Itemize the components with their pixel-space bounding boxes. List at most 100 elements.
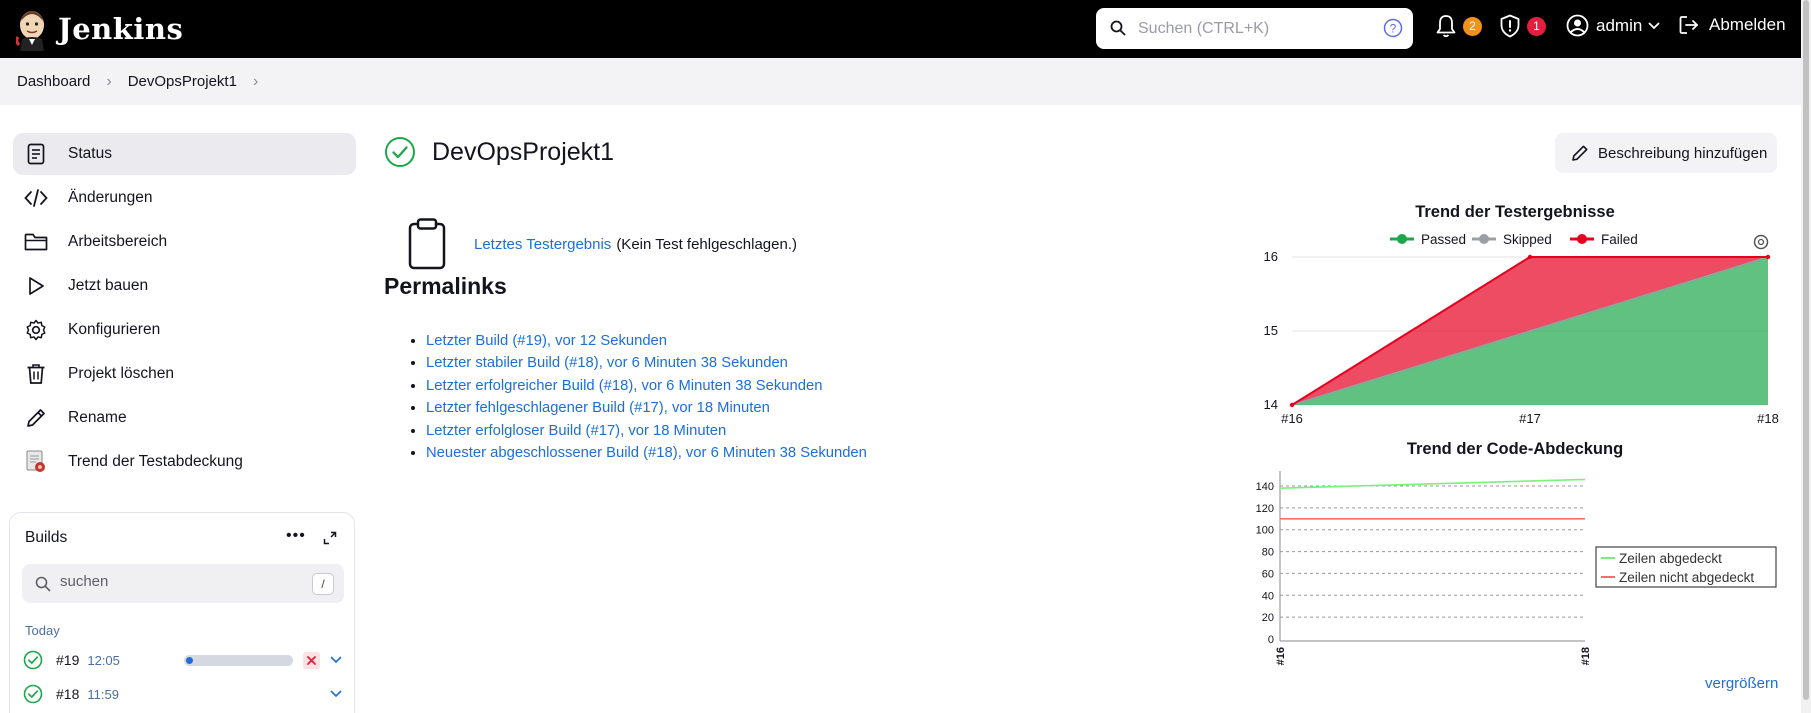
- test-trend-chart[interactable]: Passed Skipped Failed 14 15 16 #16 #17 #18: [1260, 225, 1800, 430]
- y-tick-label: 0: [1268, 634, 1274, 646]
- permalinks-list: Letzter Build (#19), vor 12 Sekunden Let…: [412, 330, 867, 464]
- permalink-link[interactable]: Neuester abgeschlossener Build (#18), vo…: [426, 445, 867, 461]
- sidebar-item-label: Rename: [68, 409, 127, 426]
- x-tick-label: #16: [1275, 647, 1287, 665]
- expand-icon[interactable]: [323, 531, 337, 545]
- global-search[interactable]: ?: [1096, 8, 1413, 49]
- data-point: [1527, 254, 1533, 260]
- permalink-link[interactable]: Letzter stabiler Build (#18), vor 6 Minu…: [426, 355, 788, 371]
- search-input[interactable]: [1138, 16, 1368, 41]
- pencil-icon: [1572, 145, 1588, 161]
- sidebar-item-label: Projekt löschen: [68, 365, 174, 382]
- coverage-trend-chart[interactable]: 0 20 40 60 80 100 120 140 #16 #18 Zeilen abgedeckt…: [1240, 465, 1785, 675]
- coverage-icon: [24, 450, 48, 474]
- builds-group-label: Today: [25, 623, 60, 638]
- coverage-trend-title: Trend der Code-Abdeckung: [1406, 440, 1624, 458]
- sidebar-item-delete-project[interactable]: Projekt löschen: [13, 353, 356, 395]
- abort-build-button[interactable]: [303, 652, 320, 669]
- y-tick-label: 15: [1264, 323, 1278, 338]
- test-trend-title: Trend der Testergebnisse: [1415, 203, 1615, 221]
- chevron-down-icon[interactable]: [330, 690, 342, 698]
- chevron-right-icon[interactable]: ›: [253, 73, 258, 91]
- folder-icon: [24, 230, 48, 254]
- breadcrumb-dashboard[interactable]: Dashboard: [17, 73, 90, 90]
- last-test-result-link[interactable]: Letztes Testergebnis: [474, 236, 611, 253]
- sidebar-item-coverage-trend[interactable]: Trend der Testabdeckung: [13, 441, 356, 483]
- y-tick-label: 120: [1256, 503, 1274, 515]
- jenkins-butler-icon: [16, 11, 44, 51]
- top-header: Jenkins ? 2 1 admin: [0, 0, 1811, 58]
- permalink-link[interactable]: Letzter erfolgreicher Build (#18), vor 6…: [426, 378, 822, 394]
- clipboard-icon: [408, 218, 446, 270]
- chevron-right-icon: ›: [106, 72, 112, 90]
- sidebar-item-rename[interactable]: Rename: [13, 397, 356, 439]
- x-tick-label: #18: [1580, 647, 1592, 665]
- logout-button[interactable]: Abmelden: [1678, 14, 1786, 36]
- search-shortcut-key: /: [312, 573, 334, 595]
- notifications-button[interactable]: 2: [1435, 14, 1482, 38]
- build-time: 12:05: [87, 652, 120, 668]
- security-button[interactable]: 1: [1499, 14, 1546, 38]
- legend-marker: [1479, 234, 1489, 244]
- page-header: DevOpsProjekt1: [384, 136, 614, 168]
- add-description-button[interactable]: Beschreibung hinzufügen: [1555, 133, 1777, 173]
- build-number[interactable]: #18: [56, 686, 79, 702]
- builds-search[interactable]: /: [22, 564, 344, 603]
- user-avatar-icon: [1566, 14, 1589, 37]
- y-tick-label: 60: [1262, 568, 1274, 580]
- add-description-label: Beschreibung hinzufügen: [1598, 144, 1768, 162]
- sidebar-item-workspace[interactable]: Arbeitsbereich: [13, 221, 356, 263]
- test-result-note: (Kein Test fehlgeschlagen.): [616, 235, 797, 253]
- x-tick-label: #18: [1757, 411, 1779, 426]
- permalink-link[interactable]: Letzter Build (#19), vor 12 Sekunden: [426, 333, 667, 349]
- y-tick-label: 80: [1262, 547, 1274, 559]
- legend-marker: [1397, 234, 1407, 244]
- permalink-link[interactable]: Letzter erfolgloser Build (#17), vor 18 …: [426, 423, 726, 439]
- build-row[interactable]: #19 12:05: [23, 646, 348, 674]
- code-icon: [24, 186, 48, 210]
- breadcrumb: Dashboard › DevOpsProjekt1 ›: [0, 58, 1811, 105]
- sidebar-item-configure[interactable]: Konfigurieren: [13, 309, 356, 351]
- sidebar-item-status[interactable]: Status: [13, 133, 356, 175]
- page-scrollbar[interactable]: [1801, 0, 1811, 713]
- bell-icon: [1436, 15, 1456, 38]
- gear-icon: [24, 318, 48, 342]
- notifications-badge: 2: [1463, 16, 1482, 36]
- y-tick-label: 16: [1264, 249, 1278, 264]
- data-point: [1765, 254, 1771, 260]
- y-tick-label: 20: [1262, 612, 1274, 624]
- chevron-down-icon[interactable]: [330, 656, 342, 664]
- gear-ring: [1753, 234, 1769, 250]
- build-progress-bar: [184, 655, 293, 666]
- scrollbar-thumb[interactable]: [1803, 0, 1809, 700]
- sidebar-item-label: Arbeitsbereich: [68, 233, 168, 250]
- series-line: [1279, 478, 1586, 489]
- permalink-link[interactable]: Letzter fehlgeschlagener Build (#17), vo…: [426, 400, 770, 416]
- build-row[interactable]: #18 11:59: [23, 680, 348, 708]
- legend-label: Zeilen abgedeckt: [1619, 551, 1722, 566]
- y-tick-label: 100: [1256, 525, 1274, 537]
- enlarge-link[interactable]: vergrößern: [1705, 675, 1778, 692]
- sidebar-item-label: Trend der Testabdeckung: [68, 453, 243, 470]
- list-item: Letzter erfolgreicher Build (#18), vor 6…: [426, 375, 867, 397]
- y-tick-label: 140: [1256, 481, 1274, 493]
- list-item: Letzter Build (#19), vor 12 Sekunden: [426, 330, 867, 352]
- builds-panel: Builds ••• / Today #19 12:05: [9, 512, 355, 713]
- sidebar-item-changes[interactable]: Änderungen: [13, 177, 356, 219]
- sidebar-item-label: Status: [68, 145, 112, 162]
- breadcrumb-project[interactable]: DevOpsProjekt1: [128, 73, 237, 90]
- logout-label: Abmelden: [1709, 15, 1786, 34]
- user-menu[interactable]: admin: [1566, 14, 1660, 37]
- chart-settings-icon[interactable]: [1753, 234, 1769, 250]
- help-icon[interactable]: ?: [1383, 18, 1403, 38]
- build-progress-fill: [186, 657, 193, 664]
- trash-icon: [24, 362, 48, 386]
- jenkins-logo[interactable]: Jenkins: [16, 7, 183, 51]
- more-options-icon[interactable]: •••: [286, 527, 306, 545]
- builds-search-input[interactable]: [60, 573, 290, 590]
- test-result-row: Letztes Testergebnis (Kein Test fehlgesc…: [404, 218, 797, 270]
- build-number[interactable]: #19: [56, 652, 79, 668]
- sidebar-item-build-now[interactable]: Jetzt bauen: [13, 265, 356, 307]
- legend-label: Skipped: [1503, 232, 1552, 247]
- sidebar-item-label: Jetzt bauen: [68, 277, 149, 294]
